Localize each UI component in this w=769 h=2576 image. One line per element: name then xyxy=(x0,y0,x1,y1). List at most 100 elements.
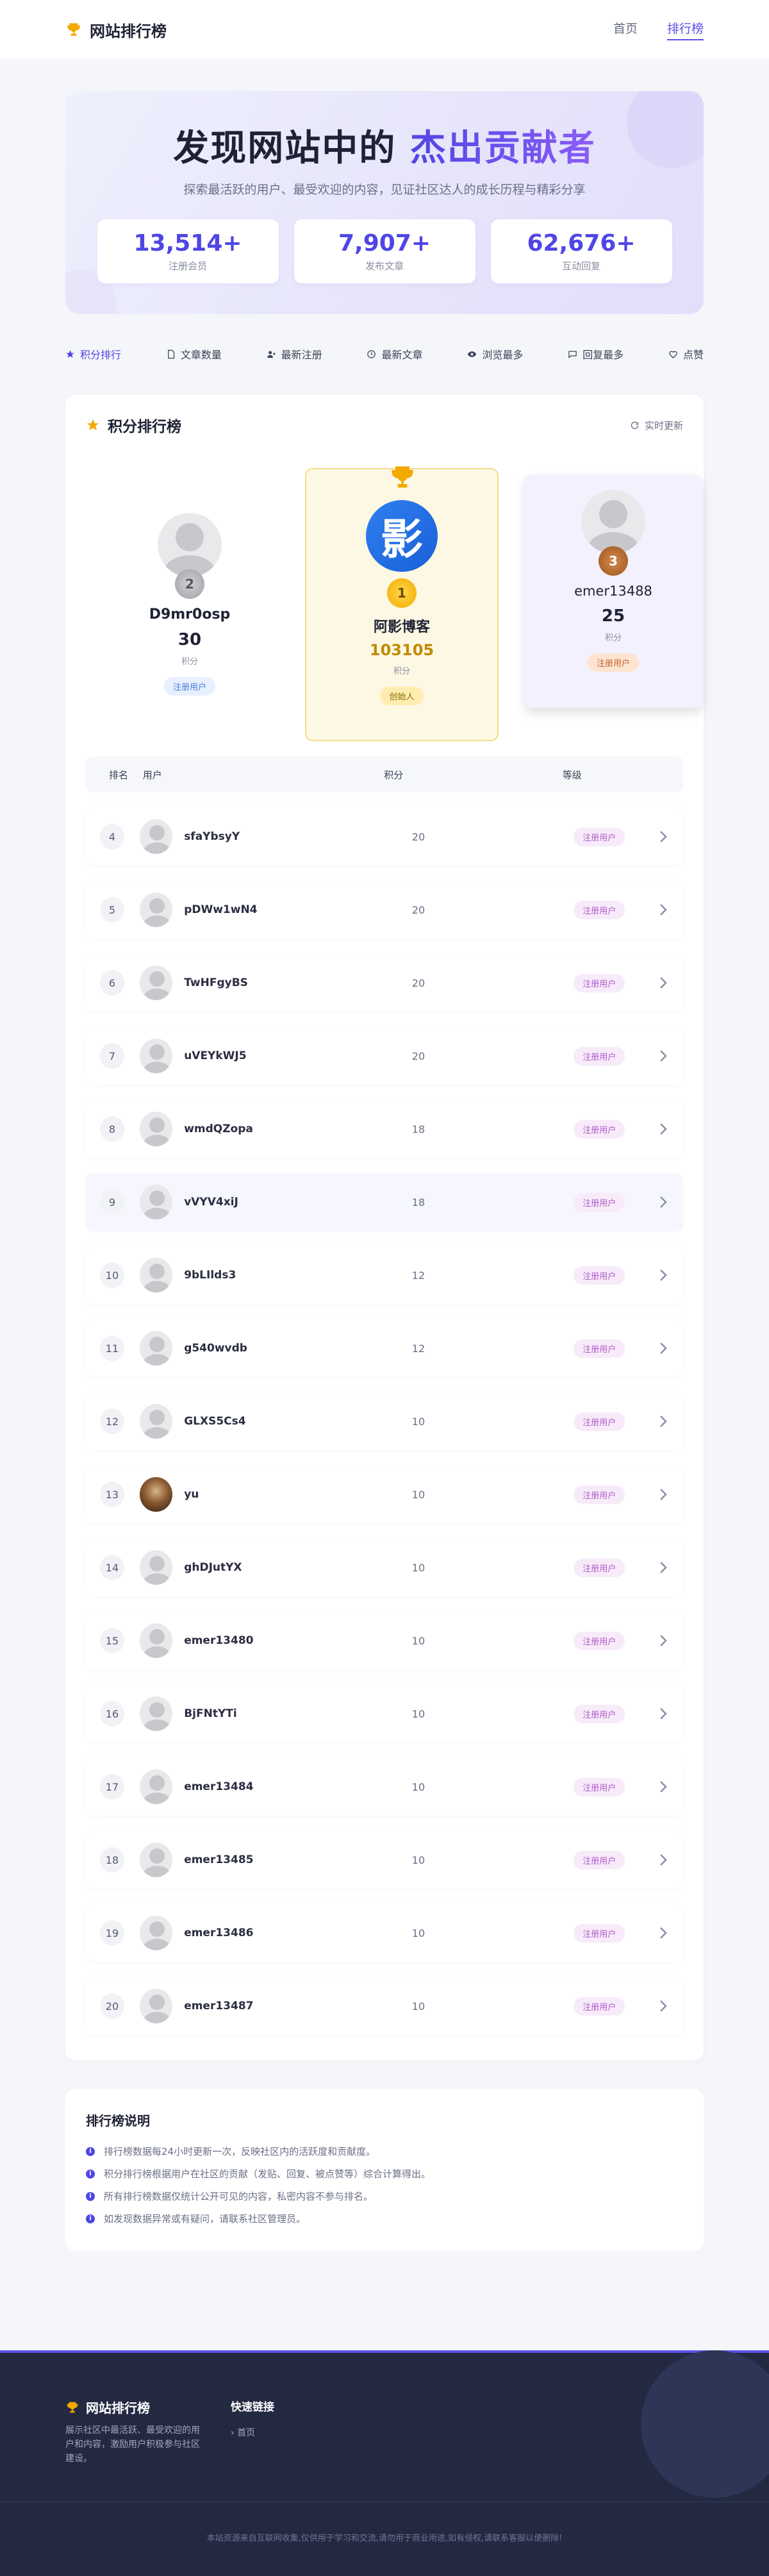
table-row[interactable]: 5 pDWw1wN4 20 注册用户 xyxy=(86,881,683,939)
table-row[interactable]: 9 vVYV4xiJ 18 注册用户 xyxy=(86,1173,683,1231)
nav-ranking[interactable]: 排行榜 xyxy=(666,19,704,40)
tab-most-viewed[interactable]: 浏览最多 xyxy=(467,346,523,362)
table-row[interactable]: 19 emer13486 10 注册用户 xyxy=(86,1904,683,1962)
user-name: emer13484 xyxy=(184,1780,254,1793)
rank-number: 13 xyxy=(100,1482,124,1507)
level-badge: 注册用户 xyxy=(587,653,639,672)
info-icon: i xyxy=(86,2146,95,2156)
podium-second[interactable]: 2 D9mr0osp 30 积分 注册用户 xyxy=(105,490,274,723)
nav-home[interactable]: 首页 xyxy=(613,19,638,40)
table-row[interactable]: 8 wmdQZopa 18 注册用户 xyxy=(86,1100,683,1158)
chevron-right-icon[interactable] xyxy=(659,1122,668,1136)
chevron-right-icon[interactable] xyxy=(659,1195,668,1209)
user-name: g540wvdb xyxy=(184,1342,247,1355)
user-score: 10 xyxy=(411,1415,426,1428)
stat-articles: 7,907+ 发布文章 xyxy=(294,219,475,283)
info-item: i 如发现数据异常或有疑问，请联系社区管理员。 xyxy=(86,2212,683,2225)
podium-third[interactable]: 3 emer13488 25 积分 注册用户 xyxy=(524,474,702,708)
user-name: uVEYkWJ5 xyxy=(184,1050,247,1062)
footer-link-label: 首页 xyxy=(237,2428,256,2438)
avatar xyxy=(139,1696,173,1731)
chevron-right-icon[interactable] xyxy=(659,1780,668,1794)
trophy-icon xyxy=(67,23,80,36)
tab-articles[interactable]: 文章数量 xyxy=(166,346,222,362)
tab-new-users[interactable]: 最新注册 xyxy=(267,346,322,362)
level-badge: 注册用户 xyxy=(574,1777,625,1796)
user-score: 20 xyxy=(411,830,426,843)
user-score: 10 xyxy=(411,1561,426,1574)
avatar xyxy=(139,966,173,1000)
chevron-right-icon[interactable] xyxy=(659,903,668,917)
level-badge: 注册用户 xyxy=(574,1119,625,1139)
chevron-right-icon[interactable] xyxy=(659,1999,668,2013)
refresh-button[interactable]: 实时更新 xyxy=(630,419,683,432)
star-icon xyxy=(87,419,99,431)
level-badge: 注册用户 xyxy=(574,973,625,992)
card-title-text: 积分排行榜 xyxy=(108,419,181,435)
footer-link-home[interactable]: › 首页 xyxy=(231,2426,255,2439)
tab-most-replied[interactable]: 回复最多 xyxy=(568,346,624,362)
table-row[interactable]: 7 uVEYkWJ5 20 注册用户 xyxy=(86,1027,683,1085)
score-label: 积分 xyxy=(393,667,410,676)
chevron-right-icon[interactable] xyxy=(659,1049,668,1063)
score-label: 积分 xyxy=(604,633,622,643)
avatar xyxy=(139,1039,173,1073)
chevron-right-icon[interactable] xyxy=(659,1853,668,1867)
podium-score: 30 xyxy=(178,630,202,649)
chevron-right-icon[interactable] xyxy=(659,830,668,844)
rank-number: 15 xyxy=(100,1628,124,1653)
chevron-right-icon[interactable] xyxy=(659,1487,668,1501)
avatar xyxy=(139,1112,173,1146)
level-badge: 注册用户 xyxy=(574,827,625,846)
table-row[interactable]: 13 yu 10 注册用户 xyxy=(86,1466,683,1523)
column-rank: 排名 xyxy=(109,769,129,781)
chevron-right-icon[interactable] xyxy=(659,1634,668,1648)
user-score: 12 xyxy=(411,1269,426,1282)
chevron-right-icon[interactable] xyxy=(659,1707,668,1721)
chevron-right-icon[interactable] xyxy=(659,1926,668,1940)
user-name: pDWw1wN4 xyxy=(184,903,258,916)
chevron-right-icon[interactable] xyxy=(659,976,668,990)
podium-first[interactable]: 影 1 阿影博客 103105 积分 创始人 xyxy=(305,466,499,741)
info-icon: i xyxy=(86,2214,95,2223)
podium-name: D9mr0osp xyxy=(149,606,231,623)
table-row[interactable]: 14 ghDJutYX 10 注册用户 xyxy=(86,1539,683,1596)
tab-new-articles[interactable]: 最新文章 xyxy=(367,346,423,362)
tab-likes[interactable]: 点赞 xyxy=(668,346,704,362)
avatar: 影 xyxy=(366,500,438,572)
brand[interactable]: 网站排行榜 xyxy=(65,19,167,41)
clock-icon xyxy=(367,349,376,358)
rank-number: 14 xyxy=(100,1555,124,1580)
table-row[interactable]: 11 g540wvdb 12 注册用户 xyxy=(86,1319,683,1377)
level-badge: 注册用户 xyxy=(574,900,625,919)
rank-number: 9 xyxy=(100,1189,124,1215)
tab-label: 积分排行 xyxy=(80,349,122,361)
avatar xyxy=(139,1477,173,1512)
table-row[interactable]: 12 GLXS5Cs4 10 注册用户 xyxy=(86,1393,683,1450)
user-score: 10 xyxy=(411,1853,426,1866)
brand-title: 网站排行榜 xyxy=(90,22,167,40)
table-row[interactable]: 17 emer13484 10 注册用户 xyxy=(86,1758,683,1816)
table-row[interactable]: 18 emer13485 10 注册用户 xyxy=(86,1831,683,1889)
table-row[interactable]: 16 BjFNtYTi 10 注册用户 xyxy=(86,1685,683,1743)
table-row[interactable]: 10 9bLIlds3 12 注册用户 xyxy=(86,1246,683,1304)
tab-points[interactable]: 积分排行 xyxy=(65,346,121,362)
table-row[interactable]: 6 TwHFgyBS 20 注册用户 xyxy=(86,954,683,1012)
table-row[interactable]: 20 emer13487 10 注册用户 xyxy=(86,1977,683,2035)
user-score: 10 xyxy=(411,1707,426,1720)
ranking-info-card: 排行榜说明 i 排行榜数据每24小时更新一次，反映社区内的活跃度和贡献度。 i 积分… xyxy=(65,2089,704,2251)
chevron-right-icon[interactable] xyxy=(659,1268,668,1282)
rank-number: 16 xyxy=(100,1701,124,1727)
table-row[interactable]: 4 sfaYbsyY 20 注册用户 xyxy=(86,808,683,866)
user-score: 20 xyxy=(411,903,426,916)
info-title: 排行榜说明 xyxy=(86,2113,150,2129)
hero-title-highlight: 杰出贡献者 xyxy=(409,128,596,169)
table-row[interactable]: 15 emer13480 10 注册用户 xyxy=(86,1612,683,1669)
chevron-right-icon[interactable] xyxy=(659,1341,668,1355)
card-title: 积分排行榜 xyxy=(86,414,181,436)
chevron-right-icon[interactable] xyxy=(659,1414,668,1428)
level-badge: 注册用户 xyxy=(574,1485,625,1504)
chevron-right-icon[interactable] xyxy=(659,1560,668,1575)
info-item: i 积分排行榜根据用户在社区的贡献（发贴、回复、被点赞等）综合计算得出。 xyxy=(86,2167,683,2180)
top-header: 网站排行榜 首页 排行榜 xyxy=(0,0,769,59)
